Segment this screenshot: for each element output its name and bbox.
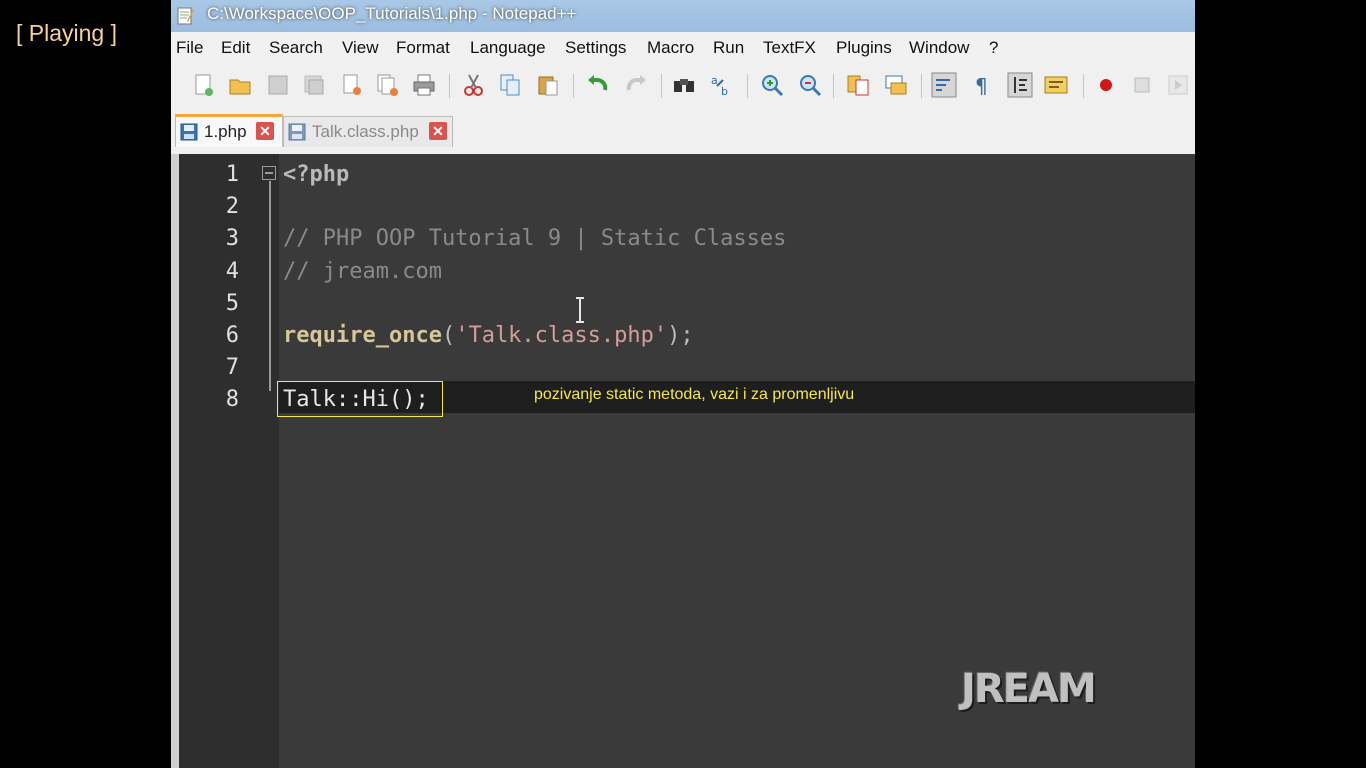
save-icon[interactable] [265,72,291,98]
stop-macro-icon[interactable] [1129,72,1155,98]
menu-settings[interactable]: Settings [565,38,626,58]
menu-plugins[interactable]: Plugins [836,38,892,58]
zoom-out-icon[interactable] [797,72,823,98]
svg-text:¶: ¶ [975,74,988,98]
toolbar-separator [747,74,748,98]
toolbar-separator [1083,74,1084,98]
toolbar: ab ¶ [171,62,1195,111]
menu-language[interactable]: Language [470,38,546,58]
line-number: 5 [225,291,239,316]
line-number: 8 [225,387,239,412]
find-icon[interactable] [671,72,697,98]
line-number: 2 [225,194,239,219]
save-all-icon[interactable] [301,72,327,98]
menu-view[interactable]: View [342,38,379,58]
word-wrap-icon[interactable] [931,72,957,98]
indent-guide-icon[interactable] [1007,72,1033,98]
line-number: 4 [225,259,239,284]
show-all-chars-icon[interactable]: ¶ [969,72,995,98]
svg-text:b: b [721,85,728,98]
toolbar-separator [449,74,450,98]
fold-margin [257,154,279,768]
line-number: 6 [225,323,239,348]
cut-icon[interactable] [461,72,487,98]
undo-icon[interactable] [585,72,611,98]
copy-icon[interactable] [497,72,523,98]
notepad-icon [175,6,195,26]
menu-format[interactable]: Format [396,38,450,58]
sync-horizontal-icon[interactable] [883,72,909,98]
tab-talk-class-php[interactable]: Talk.class.php ✕ [283,116,453,147]
tab-label: Talk.class.php [312,122,419,141]
code-line-3[interactable]: // PHP OOP Tutorial 9 | Static Classes [283,226,786,251]
open-file-icon[interactable] [227,72,253,98]
record-macro-icon[interactable] [1093,72,1119,98]
print-icon[interactable] [411,72,437,98]
line-number: 3 [225,226,239,251]
player-status: [ Playing ] [16,20,117,46]
sync-vertical-icon[interactable] [845,72,871,98]
menu-help[interactable]: ? [989,38,998,58]
toolbar-separator [921,74,922,98]
text-cursor-icon [573,296,587,324]
menu-textfx[interactable]: TextFX [763,38,816,58]
new-file-icon[interactable] [191,72,217,98]
tab-bar: 1.php ✕ Talk.class.php ✕ [171,110,1195,154]
replace-icon[interactable]: ab [709,72,735,98]
tab-label: 1.php [204,122,247,141]
jream-logo: JREAM [961,666,1097,712]
annotation-text: pozivanje static metoda, vazi i za prome… [534,386,855,403]
toolbar-separator [661,74,662,98]
tab-close-icon[interactable]: ✕ [256,122,274,140]
saved-file-icon [288,123,306,141]
menu-edit[interactable]: Edit [221,38,250,58]
code-line-4[interactable]: // jream.com [283,259,442,284]
code-line-1[interactable]: <?php [283,162,349,187]
editor-border [171,154,179,768]
code-string: 'Talk.class.php' [455,323,668,348]
saved-file-icon [180,123,198,141]
fold-line [269,181,271,391]
toolbar-separator [573,74,574,98]
line-number: 7 [225,355,239,380]
line-number: 1 [225,162,239,187]
close-icon[interactable] [339,72,365,98]
close-all-icon[interactable] [375,72,401,98]
user-lang-icon[interactable] [1043,72,1069,98]
code-line-6[interactable]: require_once('Talk.class.php'); [283,323,694,348]
play-macro-icon[interactable] [1165,72,1191,98]
menu-run[interactable]: Run [713,38,744,58]
tab-1-php[interactable]: 1.php ✕ [175,114,283,147]
zoom-in-icon[interactable] [759,72,785,98]
code-editor[interactable]: 1 2 3 4 5 6 7 8 <?php // PHP OOP Tutoria… [171,154,1195,768]
menu-macro[interactable]: Macro [647,38,694,58]
paste-icon[interactable] [535,72,561,98]
title-bar: C:\Workspace\OOP_Tutorials\1.php - Notep… [171,0,1195,32]
window-title: C:\Workspace\OOP_Tutorials\1.php - Notep… [207,4,577,23]
menu-window[interactable]: Window [909,38,969,58]
tab-close-icon[interactable]: ✕ [429,122,447,140]
fold-toggle-icon[interactable] [262,166,276,180]
toolbar-separator [833,74,834,98]
menu-search[interactable]: Search [269,38,323,58]
annotation-highlight-box [277,381,443,417]
menu-bar: File Edit Search View Format Language Se… [171,32,1195,62]
code-punct: ( [441,323,456,348]
code-punct: ); [667,323,694,348]
redo-icon[interactable] [623,72,649,98]
menu-file[interactable]: File [176,38,203,58]
code-function: require_once [283,323,442,348]
video-frame: C:\Workspace\OOP_Tutorials\1.php - Notep… [171,0,1195,768]
